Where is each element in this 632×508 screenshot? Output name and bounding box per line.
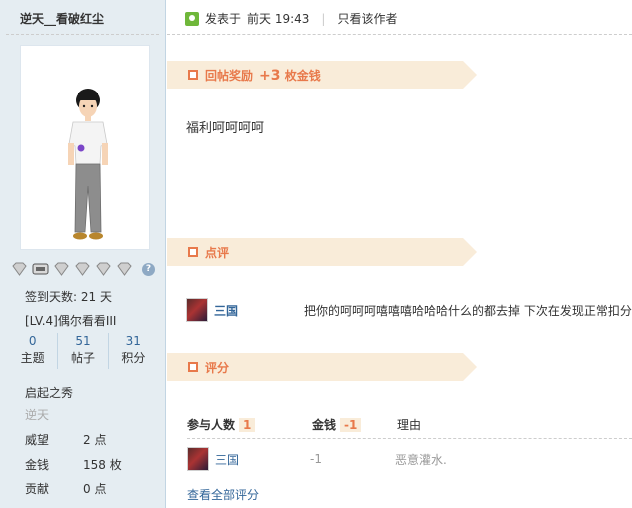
divider	[6, 34, 159, 35]
stat-points[interactable]: 31 积分	[107, 333, 158, 369]
rating-reason: 恶意灌水.	[395, 452, 447, 467]
participants-count: 1	[239, 417, 256, 432]
sign-in-days: 签到天数: 21 天	[25, 290, 112, 304]
attr-prestige: 威望 2 点	[25, 431, 155, 448]
divider	[187, 438, 632, 439]
medal-icon[interactable]	[32, 262, 49, 276]
comment-text: 把你的呵呵呵嘻嘻嘻哈哈哈什么的都去掉 下次在发现正常扣分	[304, 303, 632, 318]
square-icon	[188, 247, 198, 257]
reward-unit: 枚金钱	[284, 69, 321, 83]
square-icon	[188, 70, 198, 80]
attr-label: 贡献	[25, 482, 50, 496]
attr-money: 金钱 158 枚	[25, 456, 155, 473]
rating-table: 参与人数 1 金钱 -1 理由	[187, 413, 632, 435]
money-total: -1	[340, 417, 362, 432]
stat-value: 0	[28, 334, 37, 348]
divider	[167, 34, 632, 35]
attr-contribution: 贡献 0 点	[25, 480, 155, 497]
review-banner: 点评	[167, 238, 477, 266]
reward-amount: +3 枚金钱	[259, 68, 321, 84]
stat-value: 51	[75, 334, 91, 348]
post-header: 发表于 前天 19:43 | 只看该作者	[185, 10, 397, 27]
commenter-name[interactable]: 三国	[214, 302, 294, 319]
attr-value: 2 点	[83, 433, 107, 447]
rater-name[interactable]: 三国	[215, 451, 310, 468]
author-name[interactable]: 逆天__看破红尘	[20, 10, 104, 27]
rating-banner: 评分	[167, 353, 477, 381]
user-group[interactable]: 启起之秀	[25, 384, 73, 401]
money-col: 金钱 -1	[312, 416, 397, 433]
participants-col: 参与人数 1	[187, 416, 312, 433]
stat-posts[interactable]: 51 帖子	[57, 333, 107, 369]
rating-amount: -1	[310, 452, 322, 466]
stat-topics[interactable]: 0 主题	[8, 333, 57, 369]
rating-title: 评分	[205, 361, 230, 375]
money-label: 金钱	[312, 417, 337, 432]
stat-label: 帖子	[70, 351, 95, 365]
author-sidebar: 逆天__看破红尘 ? 签到天数: 21 天 [LV.4]偶尔看看III 0 主题…	[0, 0, 166, 508]
rater-avatar[interactable]	[187, 447, 209, 471]
medal-icon[interactable]	[95, 262, 112, 276]
stat-label: 积分	[121, 351, 146, 365]
comment-row: 三国 把你的呵呵呵嘻嘻嘻哈哈哈什么的都去掉 下次在发现正常扣分	[186, 298, 632, 322]
attr-label: 威望	[25, 433, 50, 447]
avatar-figure-icon	[68, 89, 108, 240]
review-title: 点评	[205, 246, 230, 260]
user-rank: 逆天	[25, 408, 50, 422]
stat-label: 主题	[20, 351, 45, 365]
medal-icon[interactable]	[116, 262, 133, 276]
reason-label: 理由	[397, 417, 422, 432]
medal-icon[interactable]	[74, 262, 91, 276]
medal-icon[interactable]	[11, 262, 28, 276]
only-author-link[interactable]: 只看该作者	[337, 10, 397, 27]
commenter-avatar[interactable]	[186, 298, 208, 322]
reward-banner: 回帖奖励 +3 枚金钱	[167, 61, 477, 89]
online-status-icon	[185, 11, 199, 26]
medal-row: ?	[11, 262, 155, 276]
attr-value: 0 点	[83, 482, 107, 496]
reward-title: 回帖奖励 +3 枚金钱	[205, 67, 321, 84]
separator: |	[321, 11, 326, 26]
square-icon	[188, 362, 198, 372]
reward-plus: +3	[259, 68, 281, 84]
post-main: 发表于 前天 19:43 | 只看该作者 回帖奖励 +3 枚金钱 福利呵呵呵呵 点…	[167, 0, 632, 508]
user-stats: 0 主题 51 帖子 31 积分	[8, 333, 158, 369]
attr-label: 金钱	[25, 458, 50, 472]
stat-value: 31	[125, 334, 141, 348]
user-level[interactable]: [LV.4]偶尔看看III	[25, 312, 116, 329]
view-all-ratings-link[interactable]: 查看全部评分	[187, 486, 259, 503]
participants-label: 参与人数	[187, 417, 236, 432]
medal-icon[interactable]	[53, 262, 70, 276]
reward-label: 回帖奖励	[205, 69, 254, 83]
posted-prefix: 发表于	[205, 12, 242, 26]
attr-value: 158 枚	[83, 458, 122, 472]
avatar[interactable]	[20, 45, 150, 250]
rating-header: 参与人数 1 金钱 -1 理由	[187, 413, 632, 435]
post-body: 福利呵呵呵呵	[186, 121, 265, 136]
help-icon[interactable]: ?	[142, 262, 155, 276]
posted-time: 前天 19:43	[247, 12, 310, 26]
rating-row: 三国 -1 恶意灌水.	[187, 447, 447, 471]
